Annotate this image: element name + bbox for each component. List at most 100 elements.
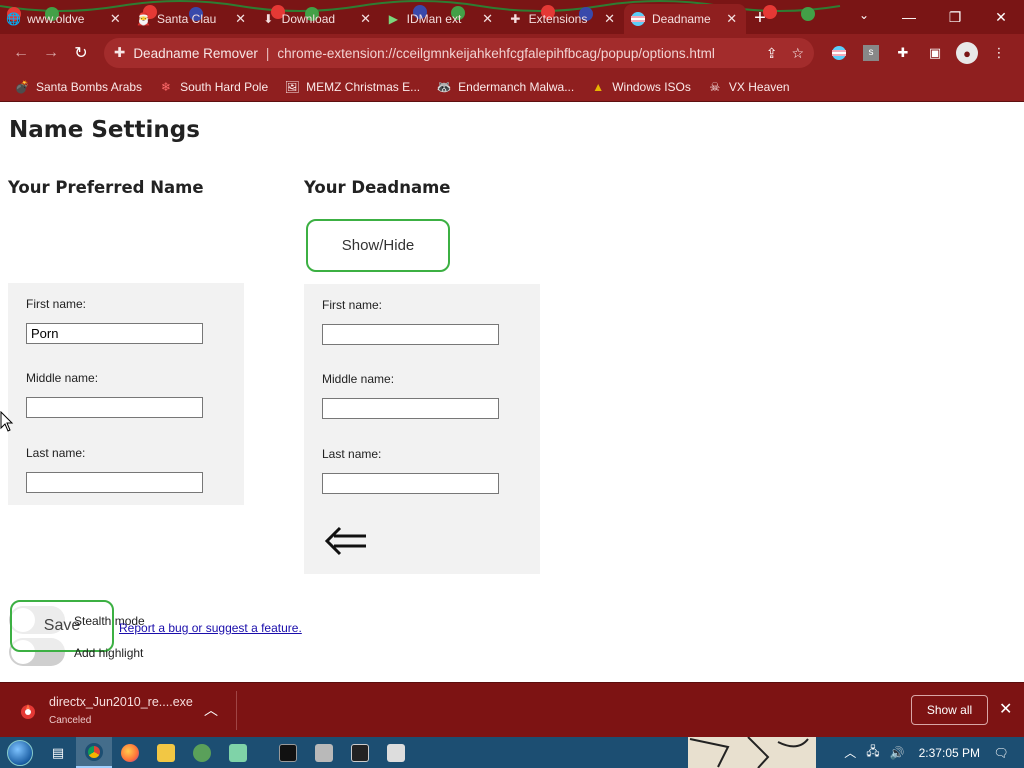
network-icon[interactable]: 🖧	[866, 742, 879, 763]
tab-title: Extensions	[528, 12, 588, 26]
tab-deadname[interactable]: Deadname ✕	[624, 4, 746, 34]
tab-santa-claus[interactable]: 🎅 Santa Clau ✕	[130, 4, 255, 34]
bookmark-item[interactable]: ☠ VX Heaven	[707, 79, 790, 95]
url-text[interactable]: chrome-extension://cceilgmnkeijahkehfcgf…	[277, 46, 757, 61]
bookmark-item[interactable]: 🦝 Endermanch Malwa...	[436, 79, 575, 95]
close-icon[interactable]: ✕	[999, 699, 1012, 719]
deadname-heading: Your Deadname	[304, 178, 451, 197]
browser-toolbar: ← → ↻ ✚ Deadname Remover | chrome-extens…	[0, 34, 1024, 72]
show-hidden-icons-chevron-icon[interactable]: ︿	[844, 744, 856, 761]
santa-icon: 🎅	[136, 12, 151, 26]
extensions-puzzle-icon[interactable]: ✚	[892, 42, 914, 64]
command-prompt-icon[interactable]	[270, 737, 306, 768]
deadname-first-name-input[interactable]	[322, 324, 499, 345]
profile-avatar-icon[interactable]: ●	[956, 42, 978, 64]
bookmark-star-icon[interactable]: ☆	[791, 45, 804, 62]
system-tray: ︿ 🖧 🔊 2:37:05 PM 🗨	[844, 737, 1024, 768]
restore-button[interactable]: ❐	[932, 0, 978, 34]
add-highlight-label: Add highlight	[74, 646, 144, 660]
snowflake-icon: ❄	[161, 79, 172, 94]
preferred-name-panel: First name: Middle name: Last name:	[8, 283, 244, 505]
preferred-first-label: First name:	[26, 297, 87, 311]
firefox-icon[interactable]	[112, 737, 148, 768]
puzzle-icon: ✚	[510, 12, 521, 26]
omnibox-separator: |	[265, 45, 270, 61]
notifications-icon[interactable]: 🗨	[990, 746, 1012, 760]
deadname-middle-name-input[interactable]	[322, 398, 499, 419]
back-button[interactable]: ←	[6, 38, 36, 68]
deadname-last-name-input[interactable]	[322, 473, 499, 494]
tab-search-chevron-icon[interactable]: ⌄	[850, 0, 878, 30]
chrome-icon[interactable]	[76, 737, 112, 768]
tab-extensions[interactable]: ✚ Extensions ✕	[502, 4, 624, 34]
bookmark-item[interactable]: ❄ South Hard Pole	[158, 79, 268, 95]
7zip-icon[interactable]	[342, 737, 378, 768]
bookmark-label: VX Heaven	[728, 79, 790, 94]
side-panel-icon[interactable]: ▣	[924, 42, 946, 64]
tab-title: IDMan ext	[406, 12, 462, 26]
deadname-last-label: Last name:	[322, 447, 382, 461]
download-divider	[236, 691, 237, 730]
close-icon[interactable]: ✕	[481, 11, 494, 27]
s-extension-icon[interactable]: s	[860, 42, 882, 64]
bookmark-item[interactable]: ▲ Windows ISOs	[590, 79, 691, 95]
directx-file-icon	[21, 704, 35, 719]
raccoon-icon: 🦝	[436, 79, 452, 94]
close-icon[interactable]: ✕	[359, 11, 372, 27]
task-view-icon[interactable]: ▤	[40, 737, 76, 768]
tab-title: Download	[281, 12, 336, 26]
forward-button[interactable]: →	[36, 38, 66, 68]
bookmark-label: MEMZ Christmas E...	[306, 79, 421, 94]
network-globe-icon[interactable]	[184, 737, 220, 768]
skull-icon: ☠	[709, 79, 721, 94]
tab-oldversion[interactable]: 🌐 www.oldve ✕	[0, 4, 130, 34]
deadname-first-label: First name:	[322, 298, 383, 312]
task-manager-icon[interactable]	[378, 737, 414, 768]
preferred-last-name-input[interactable]	[26, 472, 203, 493]
preferred-middle-name-input[interactable]	[26, 397, 203, 418]
close-icon[interactable]: ✕	[725, 11, 738, 27]
volume-icon[interactable]: 🔊	[890, 746, 905, 760]
file-explorer-icon[interactable]	[148, 737, 184, 768]
close-icon[interactable]: ✕	[109, 11, 122, 27]
tab-title: Deadname	[652, 12, 711, 26]
start-button[interactable]	[0, 737, 40, 768]
registry-editor-icon[interactable]	[306, 737, 342, 768]
notepad-icon[interactable]	[220, 737, 256, 768]
show-all-button[interactable]: Show all	[911, 695, 988, 725]
left-double-arrow-icon[interactable]	[324, 525, 368, 557]
idm-icon: ▶	[388, 12, 398, 26]
new-tab-button[interactable]: +	[746, 4, 774, 34]
tab-download[interactable]: ⬇ Download ✕	[255, 4, 380, 34]
taskbar-sketch-image	[688, 737, 816, 768]
show-hide-button[interactable]: Show/Hide	[306, 219, 450, 272]
deadname-extension-icon[interactable]	[828, 42, 850, 64]
folder-icon: ▲	[592, 79, 605, 94]
bookmark-label: South Hard Pole	[180, 79, 269, 94]
download-filename[interactable]: directx_Jun2010_re....exe	[49, 695, 193, 709]
tab-strip: 🌐 www.oldve ✕ 🎅 Santa Clau ✕ ⬇ Download …	[0, 0, 1024, 34]
preferred-first-name-input[interactable]	[26, 323, 203, 344]
mouse-cursor-icon	[0, 411, 14, 432]
reload-button[interactable]: ↻	[66, 38, 96, 68]
share-icon[interactable]: ⇪	[766, 45, 778, 62]
page-title: Name Settings	[9, 117, 200, 143]
trans-flag-icon	[630, 11, 646, 27]
close-icon[interactable]: ✕	[603, 11, 616, 27]
address-bar[interactable]: ✚ Deadname Remover | chrome-extension://…	[104, 38, 814, 68]
bookmark-label: Santa Bombs Arabs	[36, 79, 143, 94]
minimize-button[interactable]: —	[886, 0, 932, 34]
bookmark-label: Windows ISOs	[612, 79, 691, 94]
bookmark-item[interactable]: 🖼 MEMZ Christmas E...	[284, 79, 421, 95]
image-icon: 🖼	[284, 79, 300, 94]
window-close-button[interactable]: ✕	[978, 0, 1024, 34]
clock[interactable]: 2:37:05 PM	[919, 746, 980, 760]
chevron-up-icon[interactable]: ︿	[204, 700, 218, 720]
tab-idman[interactable]: ▶ IDMan ext ✕	[380, 4, 502, 34]
download-page-icon: ⬇	[263, 12, 274, 26]
close-icon[interactable]: ✕	[234, 11, 247, 27]
site-name: Deadname Remover	[133, 45, 258, 61]
report-bug-link[interactable]: Report a bug or suggest a feature.	[119, 621, 302, 635]
menu-kebab-icon[interactable]: ⋮	[988, 42, 1010, 64]
bookmark-item[interactable]: 💣 Santa Bombs Arabs	[14, 79, 143, 95]
